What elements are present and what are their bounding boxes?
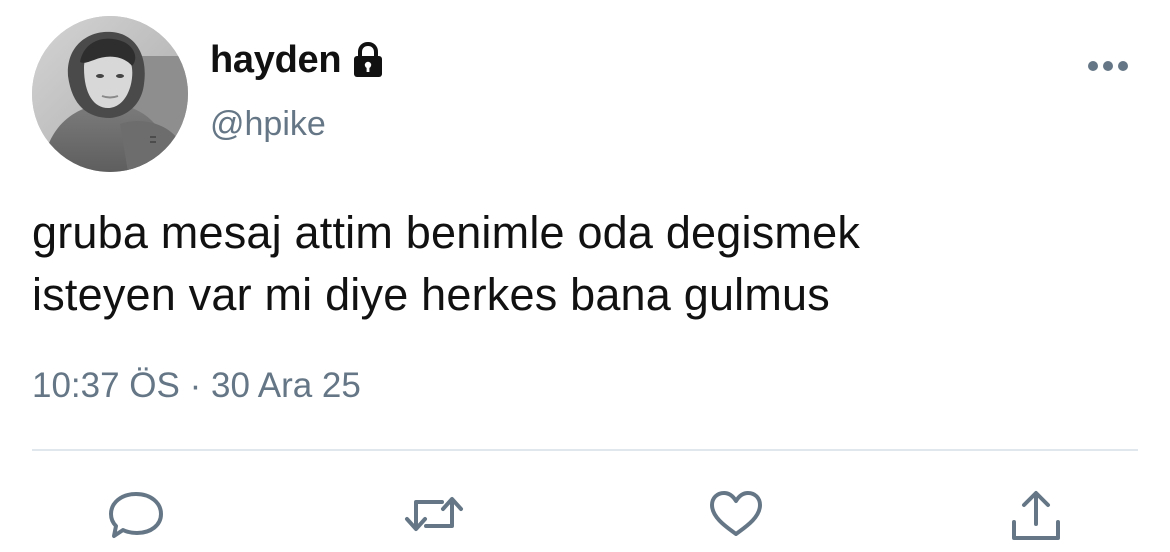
share-icon	[1012, 491, 1060, 540]
tweet-card: hayden @hpike gruba mesaj attim benimle …	[0, 0, 1170, 552]
reply-icon	[109, 492, 163, 538]
display-name[interactable]: hayden	[210, 38, 342, 82]
avatar-photo-icon	[32, 16, 188, 172]
display-name-row[interactable]: hayden	[210, 38, 385, 82]
avatar[interactable]	[32, 16, 188, 172]
divider	[32, 449, 1138, 451]
retweet-button[interactable]	[402, 488, 466, 552]
heart-icon	[710, 491, 762, 536]
more-horizontal-icon[interactable]	[1086, 58, 1130, 74]
like-button[interactable]	[704, 488, 768, 552]
tweet-time[interactable]: 10:37 ÖS	[32, 366, 180, 405]
share-button[interactable]	[1004, 488, 1068, 552]
tweet-date[interactable]: 30 Ara 25	[211, 366, 361, 405]
tweet-meta: 10:37 ÖS · 30 Ara 25	[32, 364, 361, 408]
lock-icon	[351, 41, 385, 79]
tweet-text: gruba mesaj attim benimle oda degismek i…	[32, 207, 861, 320]
reply-button[interactable]	[104, 488, 168, 552]
user-handle[interactable]: @hpike	[210, 104, 326, 144]
meta-separator: ·	[189, 366, 202, 405]
retweet-icon	[405, 497, 463, 531]
